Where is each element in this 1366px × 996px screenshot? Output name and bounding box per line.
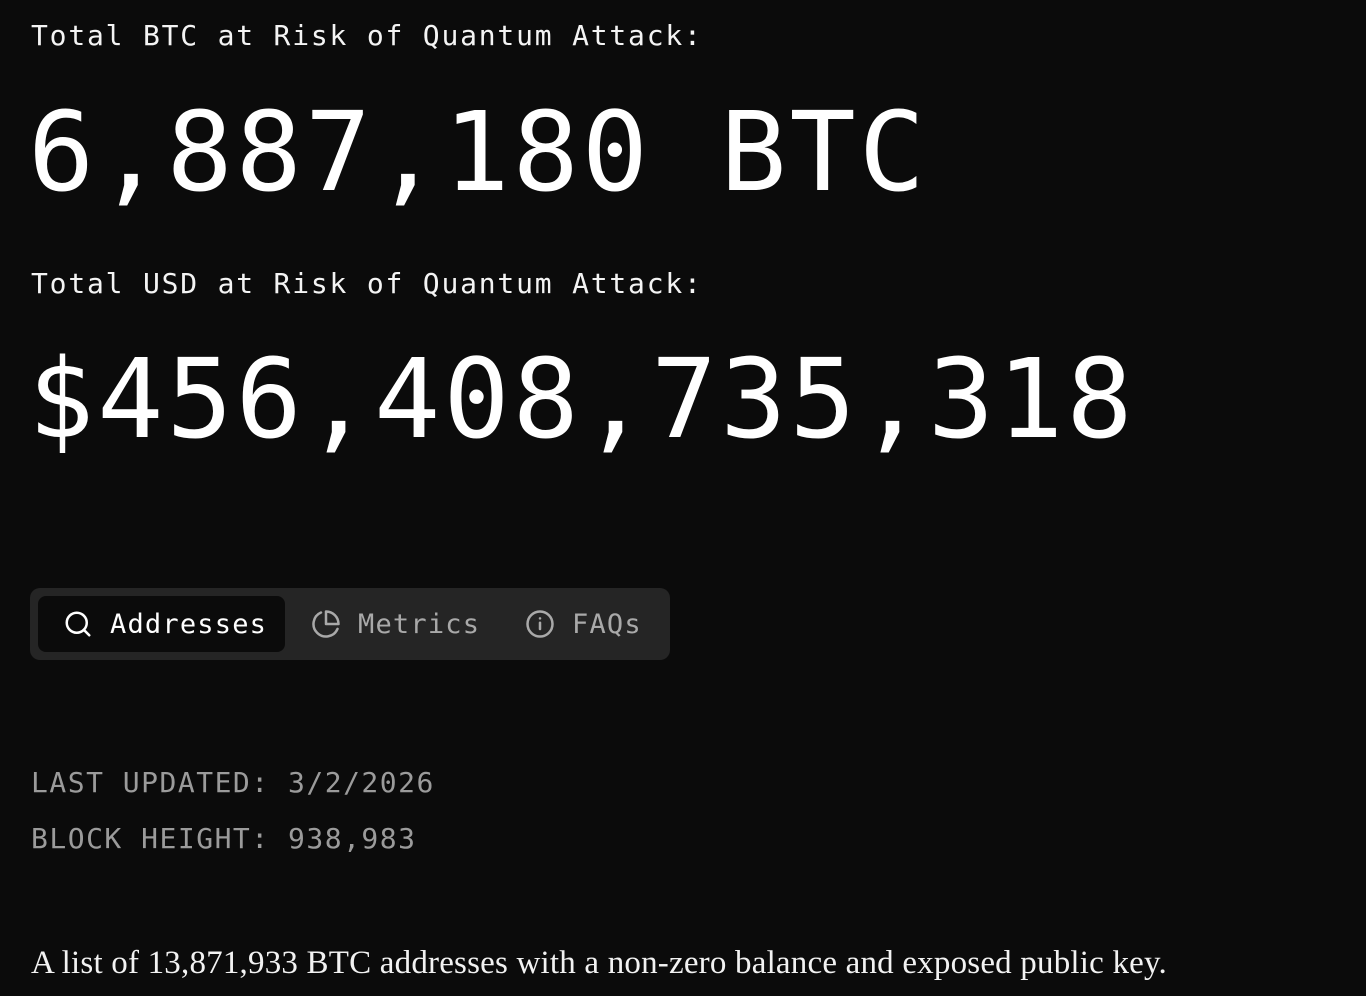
pie-chart-icon — [310, 608, 342, 640]
tab-metrics-label: Metrics — [358, 608, 481, 640]
btc-at-risk-value: 6,887,180 BTC — [28, 88, 928, 216]
tab-metrics[interactable]: Metrics — [302, 596, 482, 652]
usd-at-risk-label: Total USD at Risk of Quantum Attack: — [31, 267, 703, 300]
tab-faqs-label: FAQs — [572, 608, 642, 640]
view-tabs: Addresses Metrics FAQs — [30, 588, 670, 660]
tab-addresses[interactable]: Addresses — [38, 596, 285, 652]
last-updated: LAST UPDATED: 3/2/2026 — [31, 766, 435, 799]
address-list-description: A list of 13,871,933 BTC addresses with … — [31, 945, 1167, 981]
block-height: BLOCK HEIGHT: 938,983 — [31, 822, 417, 855]
usd-at-risk-value: $456,408,735,318 — [28, 335, 1136, 463]
tab-addresses-label: Addresses — [110, 608, 268, 640]
search-icon — [62, 608, 94, 640]
info-icon — [524, 608, 556, 640]
btc-at-risk-label: Total BTC at Risk of Quantum Attack: — [31, 19, 703, 52]
tab-faqs[interactable]: FAQs — [516, 596, 662, 652]
